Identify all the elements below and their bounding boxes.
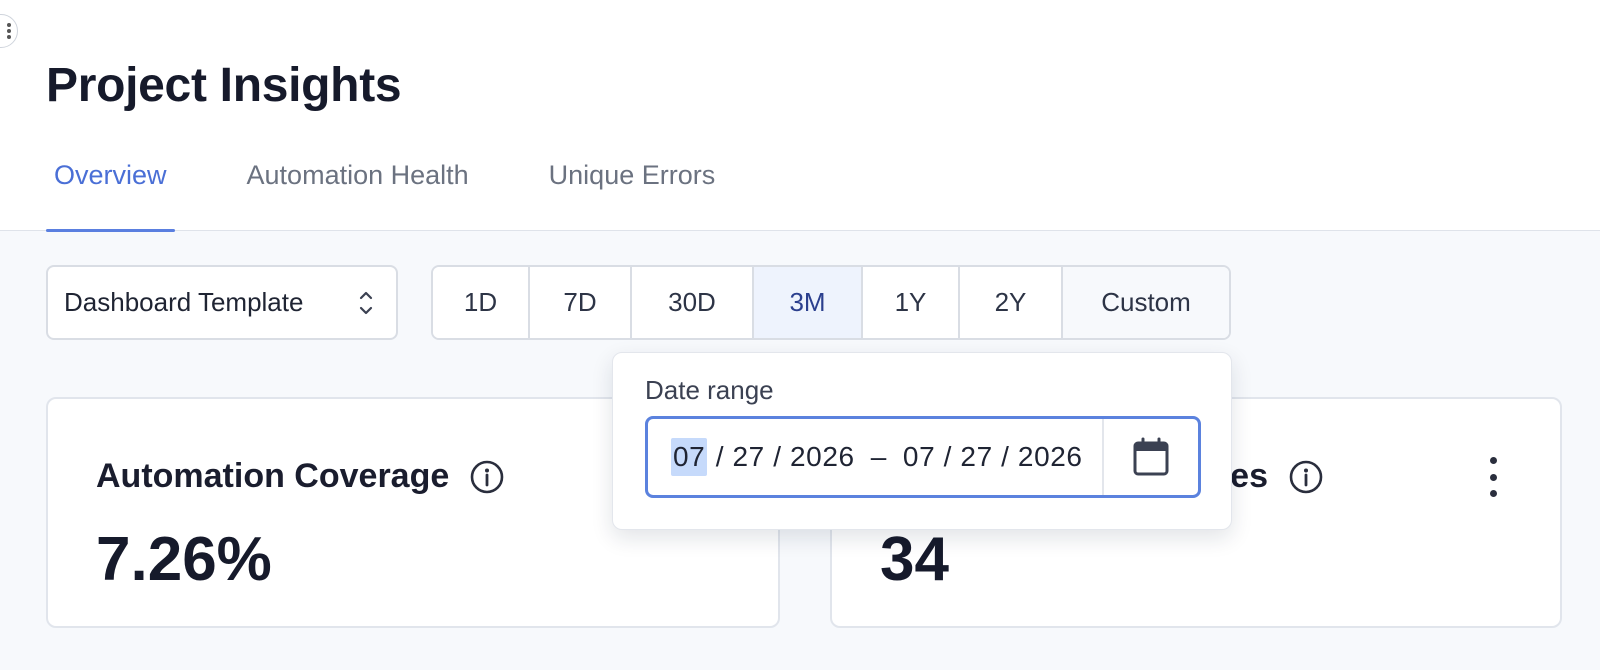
date-range-label: Date range: [645, 375, 774, 405]
tab-automation-health[interactable]: Automation Health: [239, 150, 477, 231]
range-30d-button[interactable]: 30D: [632, 267, 754, 338]
tab-unique-errors[interactable]: Unique Errors: [541, 150, 724, 231]
more-options-button[interactable]: [0, 14, 18, 48]
card-title-text: es: [1230, 457, 1268, 495]
end-month-segment[interactable]: 07: [903, 441, 935, 473]
time-range-selector: 1D 7D 30D 3M 1Y 2Y Custom: [431, 265, 1231, 340]
end-year-segment[interactable]: 2026: [1018, 441, 1083, 473]
dots-icon: [7, 22, 11, 40]
page-title: Project Insights: [46, 59, 402, 112]
calendar-button[interactable]: [1104, 419, 1198, 495]
range-1d-button[interactable]: 1D: [433, 267, 530, 338]
start-month-segment[interactable]: 07: [671, 438, 708, 476]
start-day-segment[interactable]: 27: [733, 441, 765, 473]
card-title: es: [1230, 457, 1324, 496]
card-title: Automation Coverage: [96, 457, 505, 496]
dashboard-template-select[interactable]: Dashboard Template: [46, 265, 398, 340]
template-select-value: Dashboard Template: [64, 287, 304, 317]
date-range-popover: Date range 07 / 27 / 2026 – 07 / 27 / 20…: [612, 352, 1232, 530]
metric-value: 34: [880, 525, 949, 594]
range-7d-button[interactable]: 7D: [530, 267, 632, 338]
range-1y-button[interactable]: 1Y: [863, 267, 960, 338]
kebab-menu-icon[interactable]: [1486, 457, 1500, 497]
start-year-segment[interactable]: 2026: [790, 441, 855, 473]
end-day-segment[interactable]: 27: [960, 441, 992, 473]
range-separator: –: [870, 441, 887, 472]
date-range-input[interactable]: 07 / 27 / 2026 – 07 / 27 / 2026: [645, 416, 1201, 498]
calendar-icon: [1133, 437, 1169, 476]
info-icon[interactable]: [469, 459, 505, 495]
tab-bar: Overview Automation Health Unique Errors: [46, 150, 787, 232]
range-custom-button[interactable]: Custom: [1063, 267, 1229, 338]
chevron-up-down-icon: [359, 291, 373, 315]
card-title-text: Automation Coverage: [96, 457, 450, 495]
info-icon[interactable]: [1288, 459, 1324, 495]
range-3m-button[interactable]: 3M: [754, 267, 863, 338]
header-area: Project Insights Overview Automation Hea…: [0, 0, 1600, 232]
date-range-text[interactable]: 07 / 27 / 2026 – 07 / 27 / 2026: [648, 419, 1104, 495]
range-2y-button[interactable]: 2Y: [960, 267, 1063, 338]
tab-overview[interactable]: Overview: [46, 150, 175, 232]
metric-value: 7.26%: [96, 525, 272, 594]
